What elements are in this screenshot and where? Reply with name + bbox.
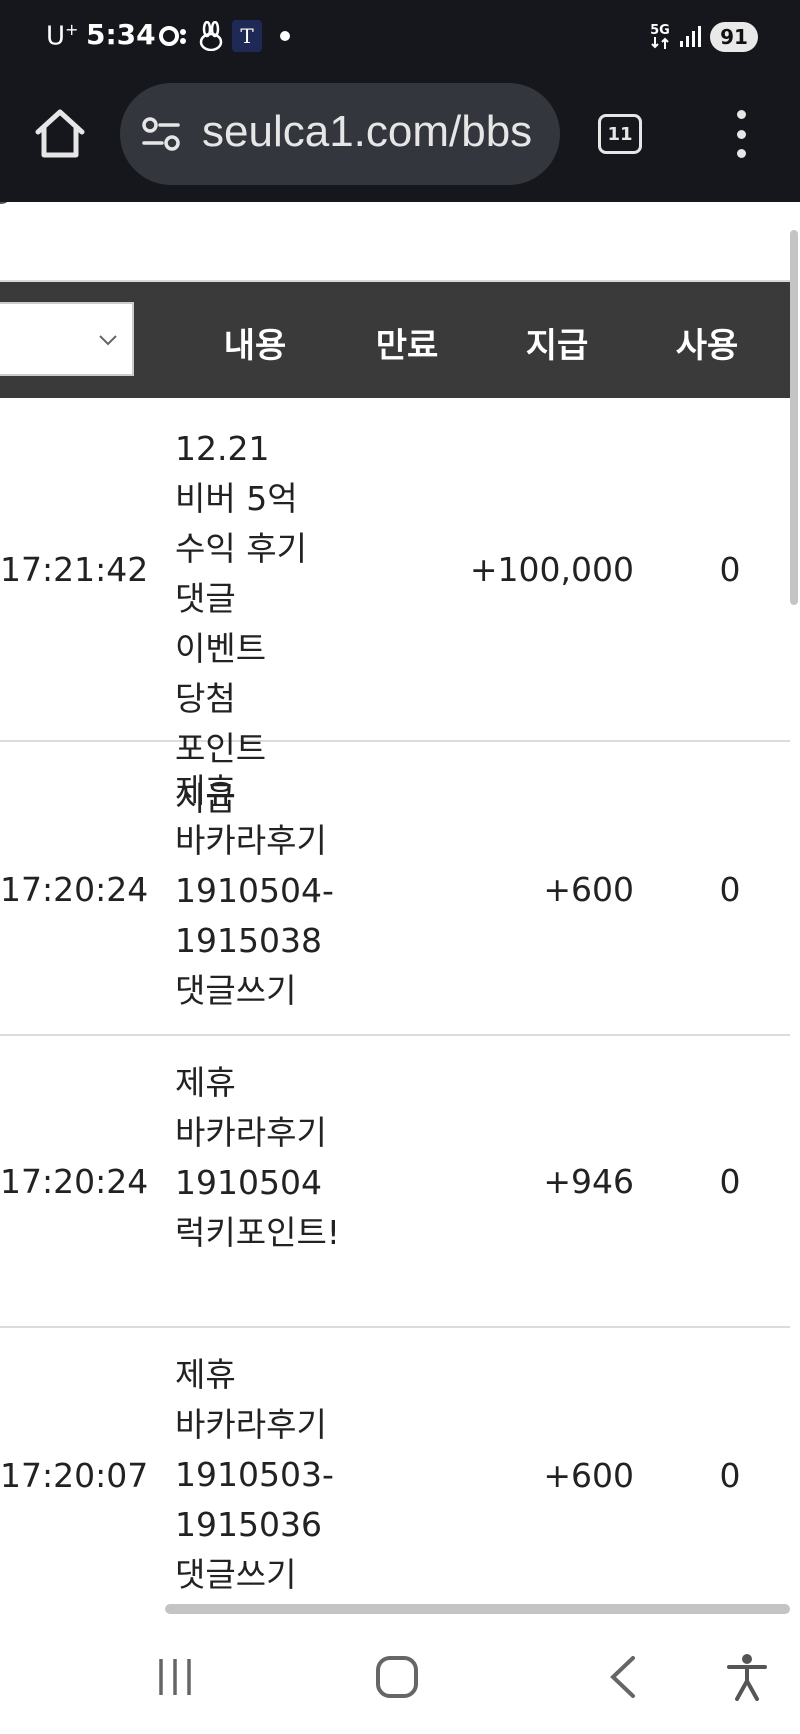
row-description: 제휴 바카라후기 1910504-1915038 댓글쓰기 bbox=[175, 771, 334, 1010]
t-app-icon: T bbox=[232, 20, 262, 52]
header-expire: 만료 bbox=[375, 326, 439, 366]
carrier-sup: + bbox=[65, 20, 79, 39]
table-row: 17:20:24 제휴 바카라후기 1910504-1915038 댓글쓰기 +… bbox=[0, 742, 790, 1036]
row-description: 제휴 바카라후기 1910503-1915036 댓글쓰기 bbox=[175, 1355, 334, 1594]
back-chevron-icon bbox=[610, 1656, 635, 1698]
header-use: 사용 bbox=[675, 326, 739, 366]
row-use: 0 bbox=[719, 1456, 741, 1495]
row-pay: +100,000 bbox=[469, 550, 634, 589]
accessibility-icon bbox=[727, 1654, 767, 1701]
accessibility-button[interactable] bbox=[712, 1642, 782, 1712]
horizontal-scrollbar[interactable] bbox=[165, 1604, 790, 1614]
row-use: 0 bbox=[719, 1162, 741, 1201]
cut-off-header-remnant bbox=[0, 202, 350, 212]
url-text[interactable]: seulca1.com/bbs bbox=[202, 107, 542, 157]
site-settings-icon[interactable] bbox=[142, 117, 180, 151]
row-use: 0 bbox=[719, 870, 741, 909]
recent-apps-icon bbox=[159, 1659, 191, 1695]
browser-toolbar: seulca1.com/bbs 11 bbox=[0, 76, 800, 202]
row-time: 17:20:24 bbox=[0, 870, 149, 909]
row-time: 17:20:07 bbox=[0, 1456, 149, 1495]
network-5g-icon: 5G bbox=[646, 20, 674, 52]
network-label: 5G bbox=[650, 22, 670, 38]
home-square-icon bbox=[376, 1656, 418, 1698]
header-pay: 지급 bbox=[525, 326, 589, 366]
menu-dot bbox=[736, 129, 746, 139]
system-nav-bar bbox=[0, 1620, 800, 1734]
back-button[interactable] bbox=[588, 1642, 658, 1712]
more-menu-button[interactable] bbox=[726, 110, 756, 158]
vertical-scrollbar[interactable] bbox=[790, 230, 798, 605]
home-icon bbox=[35, 109, 85, 158]
row-pay: +600 bbox=[543, 1456, 634, 1495]
url-bar[interactable]: seulca1.com/bbs bbox=[120, 83, 560, 185]
tab-switcher-button[interactable]: 11 bbox=[598, 114, 642, 154]
dot-icon bbox=[278, 20, 292, 52]
carrier-label: U+ bbox=[46, 20, 78, 52]
home-nav-button[interactable] bbox=[362, 1642, 432, 1712]
alarm-icon bbox=[158, 20, 190, 52]
status-time: 5:34 bbox=[86, 18, 156, 51]
chevron-down-icon bbox=[99, 335, 117, 346]
cut-off-glyph bbox=[0, 202, 12, 204]
row-time: 17:20:24 bbox=[0, 1162, 149, 1201]
date-filter-select[interactable] bbox=[0, 302, 134, 376]
table-header: 내용 만료 지급 사용 bbox=[0, 282, 790, 398]
row-time: 17:21:42 bbox=[0, 550, 149, 589]
row-pay: +946 bbox=[543, 1162, 634, 1201]
home-button[interactable] bbox=[32, 106, 88, 162]
menu-dot bbox=[736, 110, 746, 119]
row-description: 제휴 바카라후기 1910504 럭키포인트! bbox=[175, 1063, 341, 1252]
carrier-text: U bbox=[46, 21, 66, 52]
battery-indicator: 91 bbox=[710, 22, 758, 52]
table-row: 17:20:24 제휴 바카라후기 1910504 럭키포인트! +946 0 bbox=[0, 1036, 790, 1328]
table-row: 17:20:07 제휴 바카라후기 1910503-1915036 댓글쓰기 +… bbox=[0, 1328, 790, 1604]
row-use: 0 bbox=[719, 550, 741, 589]
rabbit-icon bbox=[196, 20, 226, 52]
row-pay: +600 bbox=[543, 870, 634, 909]
table-row: 17:21:42 12.21 비버 5억 수익 후기 댓글 이벤트 당첨 포인트… bbox=[0, 398, 790, 818]
page-content: 내용 만료 지급 사용 17:21:42 12.21 비버 5억 수익 후기 댓… bbox=[0, 202, 800, 1604]
recent-apps-button[interactable] bbox=[140, 1642, 210, 1712]
status-bar: U+ 5:34 T 5G 91 bbox=[0, 0, 800, 76]
header-content: 내용 bbox=[223, 326, 287, 366]
signal-icon bbox=[678, 20, 704, 52]
menu-dot bbox=[736, 149, 746, 158]
